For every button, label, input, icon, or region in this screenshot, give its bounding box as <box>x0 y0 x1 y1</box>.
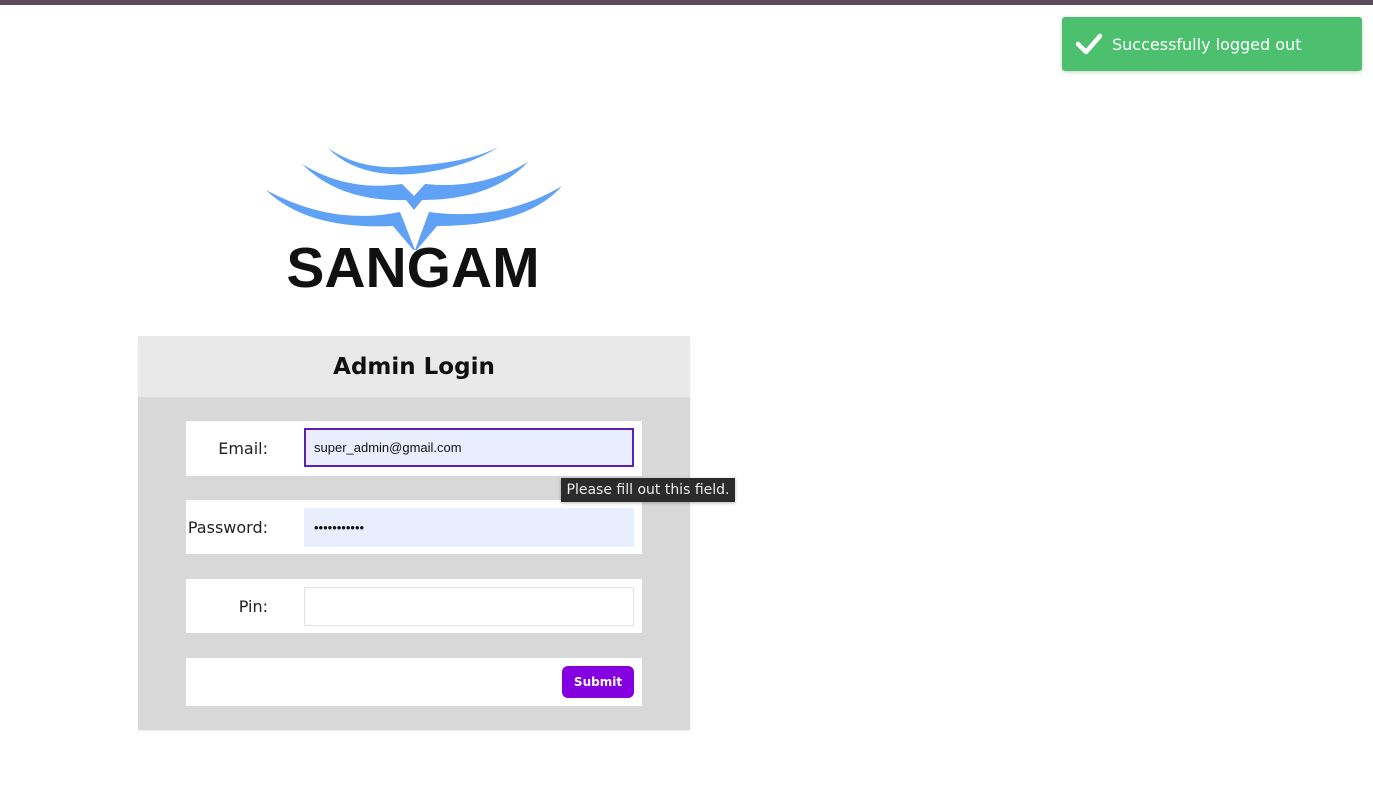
card-title: Admin Login <box>138 336 690 397</box>
sangam-logo: SANGAM <box>262 140 564 305</box>
top-bar <box>0 0 1373 5</box>
email-field[interactable] <box>304 428 634 467</box>
submit-row: Submit <box>186 658 642 706</box>
validation-tooltip: Please fill out this field. <box>561 478 735 502</box>
admin-login-card: Admin Login Email: Password: Pin: Submit <box>138 336 690 730</box>
pin-row: Pin: <box>186 579 642 633</box>
password-row: Password: <box>186 500 642 554</box>
wings-logo-icon <box>266 146 562 252</box>
success-toast[interactable]: Successfully logged out <box>1062 17 1362 71</box>
logo-text: SANGAM <box>286 236 540 300</box>
submit-button[interactable]: Submit <box>562 666 634 698</box>
toast-message: Successfully logged out <box>1112 34 1302 54</box>
email-row: Email: <box>186 421 642 476</box>
password-label: Password: <box>187 518 268 537</box>
pin-label: Pin: <box>238 597 268 616</box>
email-label: Email: <box>218 439 268 458</box>
password-field[interactable] <box>304 508 634 547</box>
pin-field[interactable] <box>304 587 634 626</box>
check-icon <box>1075 33 1103 55</box>
